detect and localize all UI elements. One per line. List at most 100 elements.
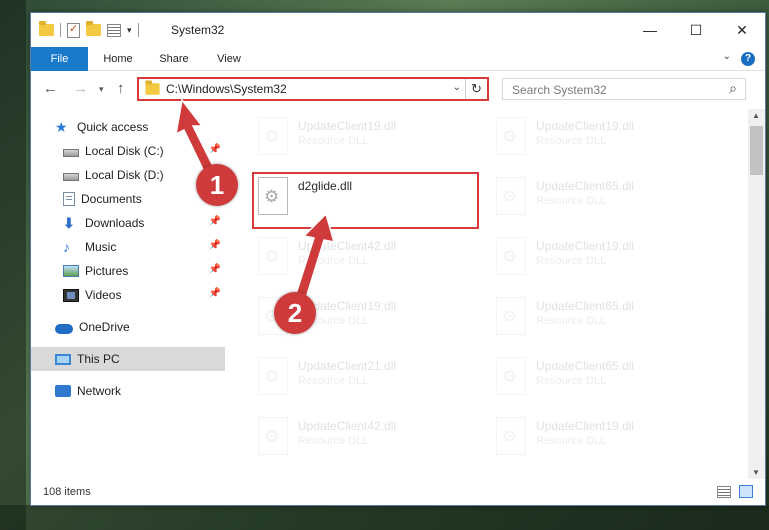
- properties-icon[interactable]: [67, 22, 80, 38]
- details-view-icon[interactable]: [717, 486, 731, 498]
- sidebar-item-downloads[interactable]: ⬇ Downloads 📌: [31, 211, 225, 235]
- dll-file-icon: [258, 357, 288, 395]
- dll-file-icon: [496, 117, 526, 155]
- sidebar-item-videos[interactable]: Videos 📌: [31, 283, 225, 307]
- file-tile[interactable]: UpdateClient65.dll Resource DLL: [482, 353, 712, 409]
- search-icon[interactable]: ⌕: [729, 80, 737, 97]
- tab-home[interactable]: Home: [93, 47, 143, 71]
- file-tile[interactable]: UpdateClient42.dll Resource DLL: [244, 233, 474, 289]
- file-tile[interactable]: UpdateClient42.dll Resource DLL: [244, 413, 474, 469]
- close-button[interactable]: ✕: [719, 13, 765, 47]
- sidebar-item-network[interactable]: Network: [31, 379, 225, 403]
- sidebar-item-label: Local Disk (D:): [85, 168, 164, 182]
- sidebar-item-label: Documents: [81, 192, 142, 206]
- status-bar: 108 items: [31, 481, 765, 505]
- qat-divider: [60, 23, 61, 37]
- large-icons-view-icon[interactable]: [739, 485, 753, 498]
- help-icon[interactable]: ?: [741, 52, 755, 66]
- tab-file[interactable]: File: [31, 47, 88, 71]
- pin-icon: 📌: [208, 216, 221, 227]
- file-type: Resource DLL: [298, 375, 369, 387]
- window-controls: — ☐ ✕: [627, 13, 765, 47]
- scroll-down-arrow-icon[interactable]: ▼: [752, 468, 760, 477]
- new-folder-icon[interactable]: [86, 21, 101, 36]
- sidebar-item-label: Downloads: [85, 216, 145, 230]
- sidebar-item-label: This PC: [77, 352, 120, 366]
- file-tile[interactable]: UpdateClient21.dll Resource DLL: [244, 353, 474, 409]
- customize-toolbar-chevron-icon[interactable]: ▾: [127, 25, 132, 36]
- search-box[interactable]: Search System32 ⌕: [502, 78, 746, 100]
- item-count: 108 items: [43, 486, 91, 498]
- file-tile[interactable]: UpdateClient65.dll Resource DLL: [482, 173, 712, 229]
- file-tile[interactable]: UpdateClient19.dll Resource DLL: [482, 113, 712, 169]
- file-name: UpdateClient21.dll: [298, 359, 397, 373]
- up-arrow-icon[interactable]: ↑: [117, 80, 125, 97]
- file-name: UpdateClient19.dll: [536, 119, 635, 133]
- tab-share[interactable]: Share: [149, 47, 199, 71]
- dll-file-icon: [496, 237, 526, 275]
- sidebar-item-label: Pictures: [85, 264, 129, 278]
- pin-icon: 📌: [208, 240, 221, 251]
- pictures-icon: [63, 265, 79, 277]
- file-name: UpdateClient19.dll: [536, 239, 635, 253]
- file-tile[interactable]: UpdateClient19.dll Resource DLL: [244, 113, 474, 169]
- dll-file-icon: [496, 177, 526, 215]
- file-tile[interactable]: UpdateClient19.dll Resource DLL: [482, 233, 712, 289]
- address-path[interactable]: C:\Windows\System32: [166, 82, 287, 96]
- address-history-chevron-icon[interactable]: ⌄: [453, 82, 461, 93]
- drive-icon: [63, 173, 79, 181]
- scroll-thumb[interactable]: [750, 126, 763, 175]
- sidebar-item-label: Videos: [85, 288, 122, 302]
- sidebar-item-label: OneDrive: [79, 320, 130, 334]
- window-title: System32: [171, 23, 225, 37]
- sidebar-item-label: Quick access: [77, 120, 149, 134]
- qat-divider-2: [137, 23, 139, 37]
- file-tile[interactable]: UpdateClient65.dll Resource DLL: [482, 293, 712, 349]
- scroll-up-arrow-icon[interactable]: ▲: [752, 111, 760, 120]
- annotation-step-2: 2: [274, 292, 316, 334]
- file-name: UpdateClient19.dll: [298, 119, 397, 133]
- view-options-icon[interactable]: [107, 23, 121, 37]
- sidebar-item-music[interactable]: ♪ Music 📌: [31, 235, 225, 259]
- ribbon-tabs: File Home Share View ⌄ ?: [31, 47, 765, 71]
- onedrive-icon: [55, 323, 73, 334]
- refresh-icon[interactable]: ↻: [465, 79, 487, 99]
- file-name: UpdateClient42.dll: [298, 419, 397, 433]
- music-icon: ♪: [63, 239, 70, 255]
- folder-icon: [39, 21, 54, 36]
- quick-access-toolbar: ▾: [39, 21, 139, 39]
- documents-icon: [63, 192, 75, 206]
- file-tile[interactable]: UpdateClient19.dll Resource DLL: [482, 413, 712, 469]
- vertical-scrollbar[interactable]: ▲ ▼: [748, 109, 765, 479]
- file-name: UpdateClient19.dll: [536, 419, 635, 433]
- dll-file-icon: [496, 357, 526, 395]
- sidebar-item-label: Music: [85, 240, 117, 254]
- file-type: Resource DLL: [298, 435, 369, 447]
- quick-access-star-icon: ★: [55, 119, 68, 135]
- minimize-button[interactable]: —: [627, 13, 673, 47]
- back-arrow-icon[interactable]: ←: [43, 80, 58, 97]
- explorer-window: ▾ System32 — ☐ ✕ File Home Share View ⌄ …: [30, 12, 766, 506]
- dll-file-icon: [258, 237, 288, 275]
- file-type: Resource DLL: [536, 435, 607, 447]
- file-type: Resource DLL: [536, 135, 607, 147]
- forward-arrow-icon[interactable]: →: [73, 80, 88, 97]
- sidebar-item-pictures[interactable]: Pictures 📌: [31, 259, 225, 283]
- file-type: Resource DLL: [536, 255, 607, 267]
- file-name: UpdateClient65.dll: [536, 359, 635, 373]
- tab-view[interactable]: View: [207, 47, 251, 71]
- dll-file-icon: [258, 417, 288, 455]
- sidebar-item-label: Local Disk (C:): [85, 144, 164, 158]
- search-placeholder[interactable]: Search System32: [512, 83, 607, 97]
- expand-ribbon-chevron-icon[interactable]: ⌄: [723, 51, 731, 62]
- file-name: UpdateClient65.dll: [536, 179, 635, 193]
- annotation-step-1: 1: [196, 164, 238, 206]
- navigation-bar: ← → ▾ ↑ C:\Windows\System32 ⌄ ↻ Search S…: [31, 72, 765, 106]
- file-type: Resource DLL: [536, 375, 607, 387]
- maximize-button[interactable]: ☐: [673, 13, 719, 47]
- file-type: Resource DLL: [298, 135, 369, 147]
- videos-icon: [63, 288, 79, 302]
- sidebar-item-onedrive[interactable]: OneDrive: [31, 315, 225, 339]
- recent-locations-chevron-icon[interactable]: ▾: [99, 84, 104, 95]
- sidebar-item-this-pc[interactable]: This PC: [31, 347, 225, 371]
